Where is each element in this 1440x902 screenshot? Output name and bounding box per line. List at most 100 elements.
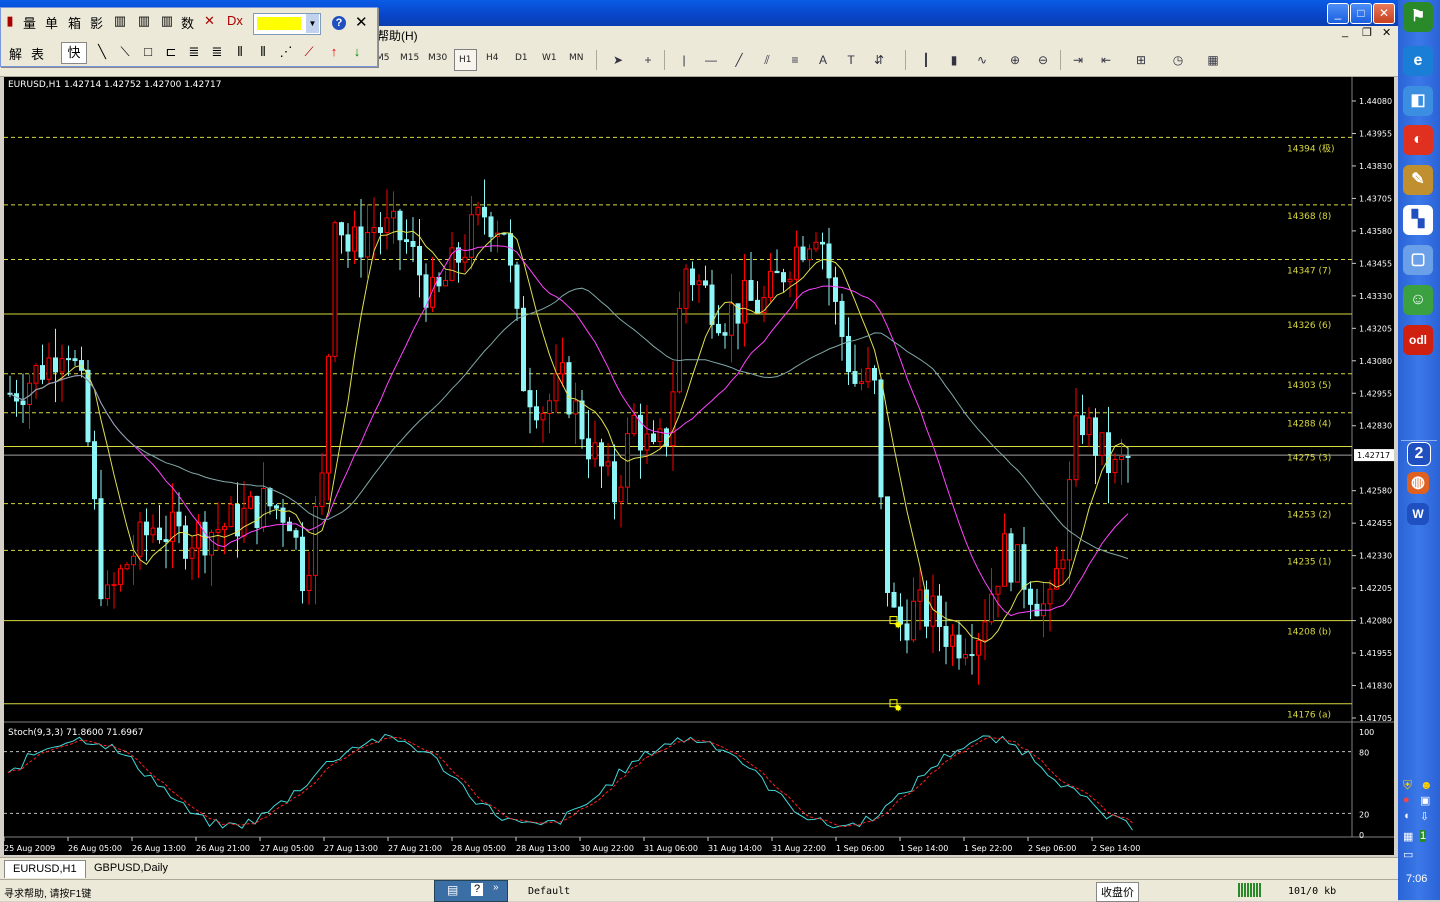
shield-icon[interactable]: ⛨	[1403, 778, 1412, 793]
dx-icon[interactable]: Dx	[227, 13, 243, 28]
tray-app-icon[interactable]: ▦	[1403, 830, 1413, 843]
tray-monitor-icon[interactable]: ▭	[1403, 848, 1413, 861]
templates-icon[interactable]: ▦	[1205, 53, 1221, 67]
float-close-button[interactable]: ✕	[355, 13, 368, 31]
vertical-line-icon[interactable]: |	[676, 53, 692, 67]
app-red-icon[interactable]: ◐	[1403, 125, 1433, 155]
candle-body	[813, 241, 819, 250]
periods-icon[interactable]: ◷	[1170, 53, 1186, 67]
child-close-button[interactable]: ✕	[1382, 26, 1391, 39]
keyboard-icon[interactable]: ▤	[447, 883, 458, 897]
timeframe-w1[interactable]: W1	[542, 53, 557, 63]
grid-tool-icon[interactable]: ⦀	[255, 44, 271, 60]
bars-icon[interactable]: ▥	[136, 13, 152, 29]
tray-orange-icon[interactable]: ◍	[1407, 472, 1429, 494]
tray-green-icon[interactable]: 1	[1420, 830, 1427, 842]
chart-shift-icon[interactable]: ⇤	[1098, 53, 1114, 67]
maximize-button[interactable]: □	[1350, 3, 1372, 24]
menu-help[interactable]: 帮助(H)	[377, 27, 418, 44]
app-icon[interactable]: ◧	[1403, 86, 1433, 116]
fib-tool-icon[interactable]: ≣	[209, 44, 225, 60]
zoom-in-icon[interactable]: ⊕	[1007, 53, 1023, 67]
ie-icon[interactable]: e	[1403, 46, 1433, 76]
arrows-icon[interactable]: ⇵	[871, 53, 887, 67]
cross-icon[interactable]: ✕	[204, 13, 215, 29]
chess-icon[interactable]: ▚	[1403, 205, 1433, 235]
fan-tool-icon[interactable]: ⟋	[301, 44, 317, 60]
arrow-down-icon[interactable]: ↓	[349, 44, 365, 59]
connection-bars-icon	[1238, 883, 1262, 897]
candles-small-icon[interactable]: ▮	[3, 13, 17, 29]
candle-body	[384, 217, 390, 233]
timeframe-mn[interactable]: MN	[569, 53, 584, 63]
timeframe-m15[interactable]: M15	[400, 53, 419, 63]
zoom-out-icon[interactable]: ⊖	[1035, 53, 1051, 67]
autoscroll-icon[interactable]: ⇥	[1070, 53, 1086, 67]
channel-icon[interactable]: ⫽	[759, 53, 775, 67]
paint-icon[interactable]: ✎	[1403, 165, 1433, 195]
bar-chart-icon[interactable]: ┃	[918, 53, 934, 67]
messenger-icon[interactable]: ☺	[1403, 285, 1433, 315]
float-btn-3[interactable]: 箱	[68, 13, 81, 32]
close-button[interactable]: ✕	[1373, 3, 1395, 24]
winxp-flag-icon[interactable]: ⚑	[1403, 2, 1433, 32]
tray-red-icon[interactable]: ●	[1403, 794, 1410, 806]
float-btn-7[interactable]: 表	[31, 44, 44, 63]
tab-eurusd[interactable]: EURUSD,H1	[4, 860, 86, 878]
tray-arrow-icon[interactable]: ⇩	[1420, 810, 1429, 823]
float-btn-6[interactable]: 解	[9, 44, 22, 63]
float-btn-4[interactable]: 影	[90, 13, 103, 32]
child-minimize-button[interactable]: _	[1342, 26, 1348, 38]
tray-speaker-icon[interactable]: ◖	[1403, 810, 1410, 822]
line-chart-icon[interactable]: ∿	[974, 53, 990, 67]
candle-body	[111, 584, 117, 587]
timeframe-m30[interactable]: M30	[428, 53, 447, 63]
qq-icon[interactable]: ☻	[1420, 778, 1433, 792]
toolbar-separator	[905, 50, 906, 70]
horizontal-line-icon[interactable]: —	[703, 53, 719, 67]
tray-network-icon[interactable]: ▣	[1420, 794, 1430, 807]
grid-tool-icon[interactable]: ⦀	[232, 44, 248, 60]
chevron-down-icon[interactable]: ▼	[306, 14, 319, 33]
bars-icon[interactable]: ▥	[112, 13, 128, 29]
fibonacci-icon[interactable]: ≡	[787, 53, 803, 67]
cursor-icon[interactable]: ➤	[610, 53, 626, 67]
float-btn-8[interactable]: 快	[61, 42, 87, 64]
help-box-icon[interactable]: ?	[471, 883, 483, 896]
timeframe-h4[interactable]: H4	[486, 53, 499, 63]
timeframe-h1[interactable]: H1	[454, 49, 477, 71]
chevron-icon[interactable]: »	[493, 882, 499, 893]
color-dropdown[interactable]: ▼	[253, 13, 321, 35]
timeframe-m5[interactable]: M5	[376, 53, 390, 63]
candlestick-icon[interactable]: ▮	[946, 53, 962, 67]
rectangle-tool-icon[interactable]: □	[140, 44, 156, 59]
float-btn-5[interactable]: 数	[181, 13, 194, 32]
word-icon[interactable]: W	[1407, 503, 1429, 525]
bars-icon[interactable]: ▥	[159, 13, 175, 29]
tab-gbpusd[interactable]: GBPUSD,Daily	[86, 860, 176, 877]
gann-tool-icon[interactable]: ⋰	[278, 44, 294, 60]
text-label-icon[interactable]: T	[843, 53, 859, 67]
child-restore-button[interactable]: ❐	[1362, 26, 1372, 39]
timeframe-d1[interactable]: D1	[515, 53, 528, 63]
crosshair-icon[interactable]: +	[640, 53, 656, 67]
indicators-icon[interactable]: ⊞	[1133, 53, 1149, 67]
fib-tool-icon[interactable]: ≣	[186, 44, 202, 60]
price-chart[interactable]: 1.44080 1.43955 1.43830 1.43705 1.43580 1.434…	[4, 77, 1394, 855]
minimize-button[interactable]: _	[1327, 3, 1349, 24]
float-btn-2[interactable]: 单	[45, 13, 58, 32]
arrow-up-icon[interactable]: ↑	[326, 44, 342, 59]
candle-body	[612, 461, 617, 503]
parallel-tool-icon[interactable]: ⟍	[117, 44, 133, 60]
chart-window[interactable]: 1.44080 1.43955 1.43830 1.43705 1.43580 1.434…	[4, 77, 1394, 855]
line-tool-icon[interactable]: ╲	[94, 44, 110, 60]
window-icon[interactable]: ▢	[1403, 245, 1433, 275]
fib-level-label: 14253 (2)	[1287, 511, 1331, 521]
trendline-icon[interactable]: ╱	[731, 53, 747, 67]
tray-2-icon[interactable]: 2	[1407, 442, 1431, 466]
text-icon[interactable]: A	[815, 53, 831, 67]
ellipse-tool-icon[interactable]: ⊏	[163, 44, 179, 60]
float-btn-1[interactable]: 量	[23, 13, 36, 32]
odl-icon[interactable]: odl	[1403, 325, 1433, 355]
help-icon[interactable]: ?	[332, 16, 346, 30]
